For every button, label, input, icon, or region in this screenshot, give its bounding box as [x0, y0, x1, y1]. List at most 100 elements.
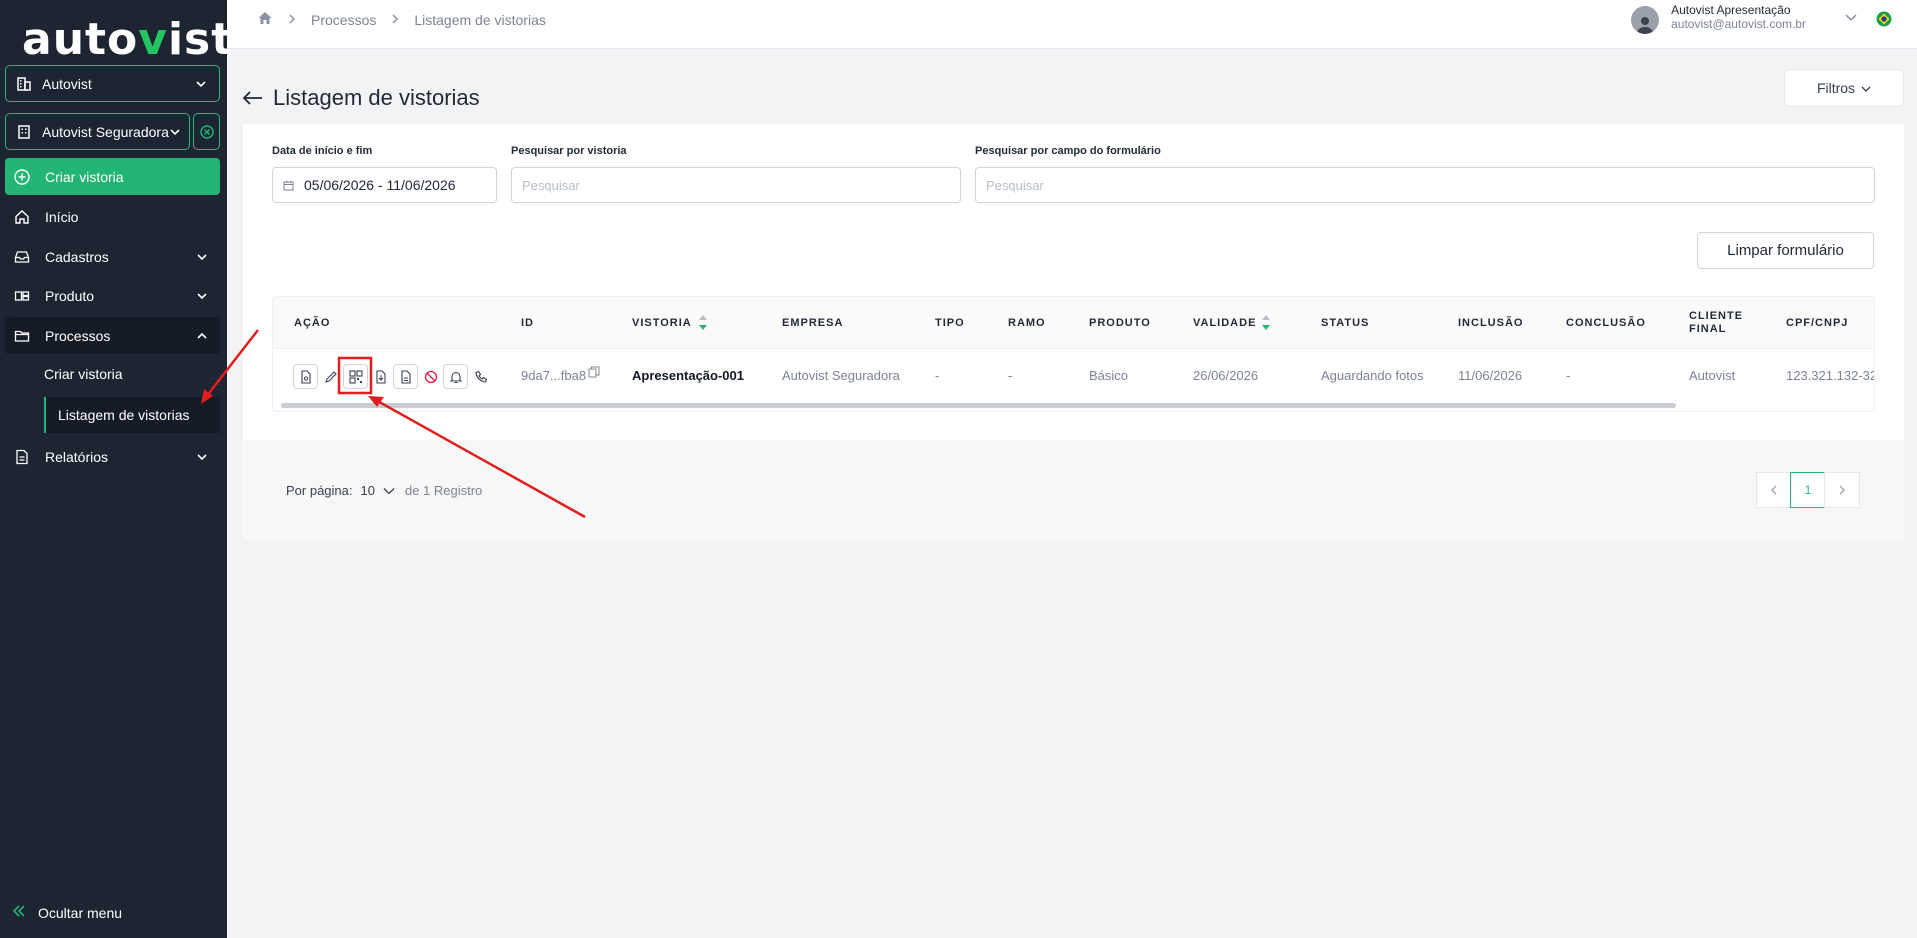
qr-code-button[interactable]: [343, 364, 368, 389]
cell-validade: 26/06/2026: [1193, 368, 1259, 383]
per-page-value: 10: [360, 483, 375, 498]
inbox-icon: [13, 248, 31, 266]
building-icon: [16, 124, 32, 140]
clear-form-button[interactable]: Limpar formulário: [1697, 232, 1874, 269]
hide-menu-button[interactable]: Ocultar menu: [12, 904, 122, 921]
next-page-button[interactable]: [1824, 472, 1860, 508]
chevron-down-icon: [195, 77, 207, 93]
folder-icon: [13, 327, 31, 345]
edit-button[interactable]: [318, 364, 343, 389]
col-conclusao: CONCLUSÃO: [1566, 317, 1646, 329]
per-page-label: Por página:: [286, 483, 353, 498]
chevron-down-icon: [1861, 80, 1871, 96]
clear-insurer-button[interactable]: [193, 113, 220, 150]
double-chevron-left-icon: [12, 904, 26, 921]
back-arrow-icon[interactable]: [242, 85, 263, 111]
cell-id-text: 9da7...fba8: [521, 368, 587, 383]
cell-produto: Básico: [1089, 368, 1129, 383]
breadcrumb-listagem: Listagem de vistorias: [414, 11, 546, 28]
col-tipo: TIPO: [935, 317, 965, 329]
sidebar-item-label: Processos: [45, 327, 111, 344]
file-icon: [400, 369, 411, 384]
document-icon: [300, 369, 311, 384]
breadcrumb: Processos Listagem de vistorias: [257, 10, 560, 29]
chevron-down-icon: [196, 250, 208, 266]
autovist-logo[interactable]: autovist: [22, 14, 233, 65]
per-page-control: Por página: 10 de 1 Registro: [286, 483, 482, 498]
records-total: de 1 Registro: [404, 483, 483, 498]
col-vistoria-label: VISTORIA: [632, 317, 692, 329]
chevron-right-icon: [287, 12, 297, 28]
cancel-button[interactable]: [418, 364, 443, 389]
copy-icon[interactable]: [588, 366, 600, 381]
col-acao: AÇÃO: [294, 317, 331, 329]
sidebar-item-produto[interactable]: Produto: [5, 277, 220, 314]
user-name: Autovist Apresentação: [1671, 3, 1791, 17]
date-range-value: 05/06/2026 - 11/06/2026: [304, 177, 456, 193]
search-vistoria-input[interactable]: Pesquisar: [511, 167, 961, 203]
date-range-input[interactable]: 05/06/2026 - 11/06/2026: [272, 167, 497, 203]
sidebar-item-criar-vistoria[interactable]: Criar vistoria: [5, 158, 220, 195]
sidebar-subitem-criar-vistoria[interactable]: Criar vistoria: [44, 366, 123, 382]
chevron-down-icon[interactable]: [1844, 11, 1858, 26]
horizontal-scrollbar[interactable]: [281, 403, 1676, 408]
block-icon: [424, 370, 437, 383]
sidebar-item-relatorios[interactable]: Relatórios: [5, 438, 220, 475]
company-select-value: Autovist: [42, 75, 92, 92]
col-id: ID: [521, 317, 534, 329]
page-title-text: Listagem de vistorias: [273, 85, 480, 110]
sidebar-item-cadastros[interactable]: Cadastros: [5, 238, 220, 275]
row-actions: [293, 364, 493, 389]
breadcrumb-processos[interactable]: Processos: [311, 12, 376, 28]
company-select[interactable]: Autovist: [5, 65, 220, 102]
chevron-left-icon: [1771, 485, 1777, 495]
per-page-select[interactable]: 10: [361, 483, 395, 498]
product-icon: [13, 287, 31, 305]
sidebar-subitem-listagem[interactable]: Listagem de vistorias: [44, 397, 220, 433]
filters-label: Filtros: [1816, 80, 1856, 96]
cell-status: Aguardando fotos: [1321, 368, 1424, 383]
cell-empresa: Autovist Seguradora: [782, 368, 900, 383]
search-field-input[interactable]: Pesquisar: [975, 167, 1875, 203]
col-validade[interactable]: VALIDADE: [1193, 315, 1270, 330]
page-number: 1: [1804, 483, 1812, 497]
insurer-select-value: Autovist Seguradora: [42, 123, 169, 140]
sidebar-item-processos[interactable]: Processos: [5, 317, 220, 354]
download-button[interactable]: [368, 364, 393, 389]
building-icon: [16, 76, 32, 92]
prev-page-button[interactable]: [1756, 472, 1792, 508]
col-cliente-final: CLIENTE FINAL: [1689, 310, 1744, 335]
col-inclusao: INCLUSÃO: [1458, 317, 1524, 329]
filters-button[interactable]: Filtros: [1784, 69, 1904, 107]
phone-icon: [474, 370, 487, 383]
sidebar-item-inicio[interactable]: Início: [5, 198, 220, 235]
chevron-down-icon: [169, 125, 181, 141]
brazil-flag-icon[interactable]: [1876, 11, 1892, 30]
bell-icon: [449, 371, 462, 383]
col-vistoria[interactable]: VISTORIA: [632, 315, 707, 330]
plus-circle-icon: [13, 168, 31, 186]
col-status: STATUS: [1321, 317, 1370, 329]
notify-button[interactable]: [443, 364, 468, 389]
user-email: autovist@autovist.com.br: [1671, 17, 1806, 31]
cell-id: 9da7...fba8: [521, 366, 600, 383]
sidebar-subitem-label: Criar vistoria: [44, 366, 123, 382]
inspections-table: AÇÃO ID VISTORIA EMPRESA TIPO RAMO PRODU…: [272, 296, 1875, 412]
page-1-button[interactable]: 1: [1790, 472, 1826, 508]
sidebar-item-label: Relatórios: [45, 448, 109, 465]
report-button[interactable]: [393, 364, 418, 389]
report-icon: [13, 448, 31, 466]
search-field-placeholder: Pesquisar: [986, 177, 1044, 193]
view-document-button[interactable]: [293, 364, 318, 389]
cell-vistoria[interactable]: Apresentação-001: [632, 368, 744, 383]
cell-cliente-final: Autovist: [1689, 368, 1736, 383]
call-button[interactable]: [468, 364, 493, 389]
pagination-area: [243, 440, 1904, 540]
chevron-right-icon: [1839, 485, 1845, 495]
user-menu[interactable]: Autovist Apresentação autovist@autovist.…: [1631, 3, 1892, 34]
sidebar-item-label: Início: [45, 208, 79, 225]
home-icon[interactable]: [257, 10, 273, 29]
cell-inclusao: 11/06/2026: [1458, 368, 1523, 383]
insurer-select[interactable]: Autovist Seguradora: [5, 113, 190, 150]
chevron-right-icon: [390, 12, 400, 28]
